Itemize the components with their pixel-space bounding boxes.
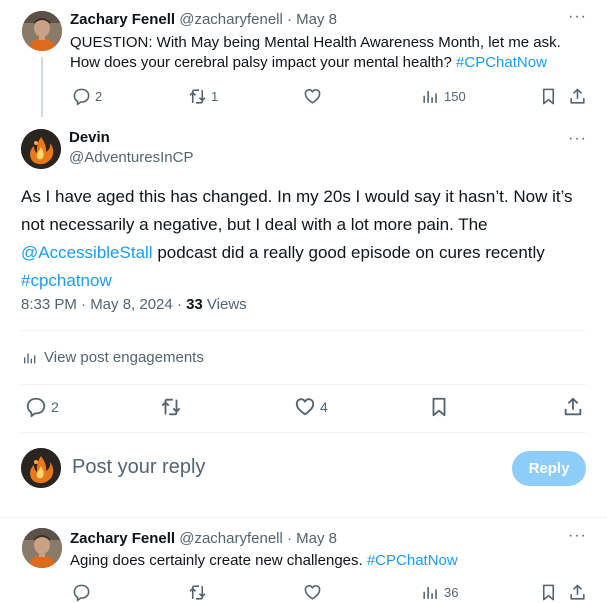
post-text-line: podcast did a really good episode on cur… <box>152 243 545 262</box>
bookmark-icon <box>432 397 446 417</box>
bookmark-icon <box>542 584 555 601</box>
view-engagements-link[interactable]: View post engagements <box>22 349 204 366</box>
divider <box>21 384 586 385</box>
divider <box>0 517 607 518</box>
post-text-line: As I have aged this has changed. In my 2… <box>21 187 573 206</box>
bookmark-icon <box>542 88 555 105</box>
share-icon <box>570 584 585 600</box>
share-action[interactable] <box>568 583 587 602</box>
main-post-text: As I have aged this has changed. In my 2… <box>21 183 573 295</box>
more-icon[interactable]: ··· <box>568 130 587 148</box>
engagements-label: View post engagements <box>44 349 204 366</box>
share-action[interactable] <box>568 87 587 106</box>
share-icon <box>570 88 585 104</box>
views-action[interactable]: 150 <box>421 87 466 106</box>
bookmark-action[interactable] <box>539 87 558 106</box>
hashtag-link[interactable]: #cpchatnow <box>21 271 112 290</box>
my-avatar[interactable] <box>21 448 61 488</box>
author-handle[interactable]: @AdventuresInCP <box>69 149 193 166</box>
post-date[interactable]: · May 8 <box>287 11 337 28</box>
analytics-icon <box>24 352 36 363</box>
reply-icon <box>73 584 90 602</box>
reply-input[interactable]: Post your reply <box>72 456 205 479</box>
reply-button[interactable]: Reply <box>512 451 586 486</box>
bookmark-action[interactable] <box>539 583 558 602</box>
post-text: QUESTION: With May being Mental Health A… <box>70 34 561 51</box>
like-action[interactable] <box>303 583 322 602</box>
avatar-zachary[interactable] <box>22 528 62 568</box>
like-action[interactable]: 4 <box>294 396 328 418</box>
reply-count: 2 <box>51 399 59 415</box>
post-date[interactable]: · May 8 <box>287 530 337 547</box>
author-handle[interactable]: @zacharyfenell <box>179 11 283 28</box>
like-icon <box>304 584 321 600</box>
repost-icon <box>161 398 181 416</box>
reply-action[interactable]: 2 <box>25 396 59 418</box>
bookmark-action[interactable] <box>428 396 450 418</box>
author-name[interactable]: Zachary Fenell <box>70 530 175 547</box>
views-icon <box>423 586 437 599</box>
views-action[interactable]: 36 <box>421 583 458 602</box>
reply-action[interactable]: 2 <box>72 87 102 106</box>
views-count: 36 <box>444 585 459 600</box>
author-handle[interactable]: @zacharyfenell <box>179 530 283 547</box>
reply-icon <box>26 397 46 418</box>
share-icon <box>564 397 582 416</box>
like-icon <box>304 88 321 104</box>
views-label: Views <box>202 296 247 313</box>
timestamp-text[interactable]: 8:33 PM · May 8, 2024 · <box>21 296 186 313</box>
repost-action[interactable]: 1 <box>188 87 218 106</box>
repost-action[interactable] <box>188 583 207 602</box>
thread-line <box>41 57 43 117</box>
avatar-zachary[interactable] <box>22 11 62 51</box>
divider <box>21 432 586 433</box>
like-count: 4 <box>320 399 328 415</box>
post-text-line: not necessarily a negative, but I deal w… <box>21 215 488 234</box>
mention-link[interactable]: @AccessibleStall <box>21 243 153 262</box>
author-name[interactable]: Devin <box>69 129 110 146</box>
post-text-2: How does your cerebral palsy impact your… <box>70 54 457 71</box>
reply-action[interactable] <box>72 583 91 602</box>
reply-count: 2 <box>95 89 103 104</box>
like-icon <box>295 398 315 416</box>
reply-icon <box>73 88 90 106</box>
views-count: 33 <box>186 296 203 313</box>
hashtag-link[interactable]: #CPChatNow <box>367 552 458 569</box>
more-icon[interactable]: ··· <box>568 527 587 545</box>
like-action[interactable] <box>303 87 322 106</box>
share-action[interactable] <box>562 396 584 418</box>
repost-action[interactable] <box>160 396 182 418</box>
repost-icon <box>189 89 206 104</box>
author-name[interactable]: Zachary Fenell <box>70 11 175 28</box>
post-text: Aging does certainly create new challeng… <box>70 552 367 569</box>
more-icon[interactable]: ··· <box>568 8 587 26</box>
views-icon <box>423 90 437 103</box>
repost-count: 1 <box>211 89 219 104</box>
views-count: 150 <box>444 89 466 104</box>
hashtag-link[interactable]: #CPChatNow <box>456 54 547 71</box>
post-timestamp: 8:33 PM · May 8, 2024 · 33 Views <box>21 296 247 313</box>
repost-icon <box>189 585 206 600</box>
divider <box>21 330 586 331</box>
avatar-devin[interactable] <box>21 129 61 169</box>
